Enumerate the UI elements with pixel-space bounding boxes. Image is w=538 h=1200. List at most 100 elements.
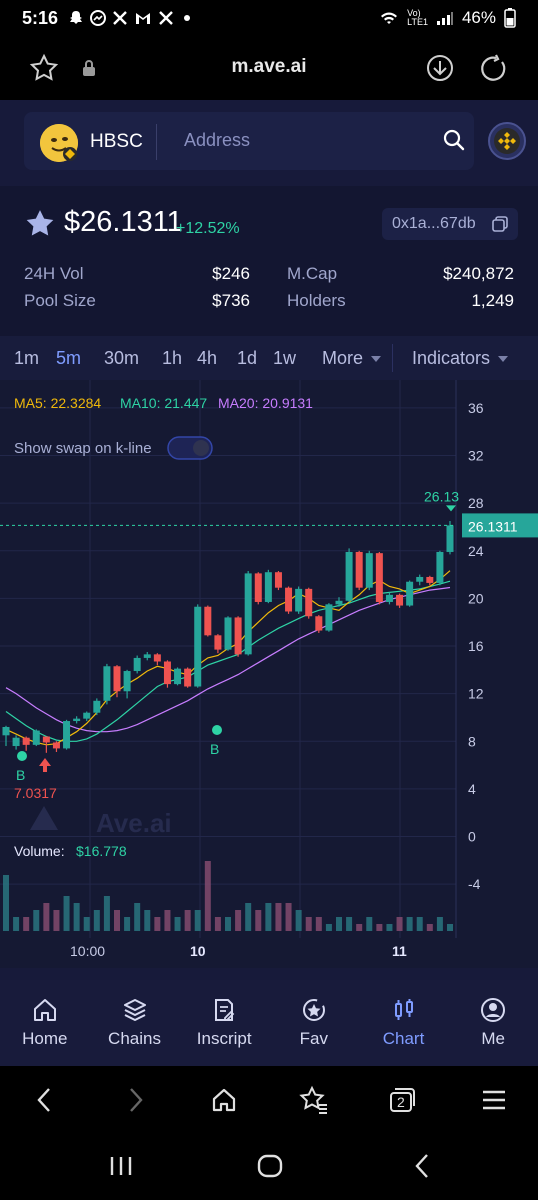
pool-size-label: Pool Size	[24, 291, 96, 310]
chart-svg[interactable]: Ave.ai 26.1311 26.13 36 32 28 24 20 16 12 8 4 0 -4 10:…	[0, 380, 538, 968]
candle	[113, 666, 121, 692]
volume-bar	[396, 917, 403, 931]
candle	[315, 616, 323, 631]
nav-fav-label: Fav	[299, 1029, 329, 1048]
candle	[93, 700, 101, 713]
tf-30m[interactable]: 30m	[104, 348, 139, 369]
indicators-dropdown[interactable]: Indicators	[412, 348, 508, 369]
bookmarks-icon[interactable]	[298, 1084, 330, 1116]
reload-icon[interactable]	[478, 52, 510, 84]
toggle-knob	[193, 440, 209, 456]
ma20-line	[5, 586, 451, 733]
home-icon	[33, 999, 56, 1021]
current-price-top: 26.13	[424, 488, 459, 504]
candle	[174, 668, 182, 685]
nav-chart[interactable]: Chart	[359, 980, 449, 1066]
price-change: +12.52%	[176, 220, 240, 237]
volume-bar	[154, 917, 161, 931]
tf-1d[interactable]: 1d	[237, 348, 257, 369]
low-arrow-icon	[39, 758, 51, 772]
chart-icon	[394, 999, 413, 1020]
ma20-legend: MA20: 20.9131	[218, 395, 313, 411]
candle	[2, 726, 10, 736]
candle	[254, 573, 262, 602]
candle	[264, 572, 272, 602]
volume-bar	[63, 896, 70, 931]
candle	[63, 721, 71, 749]
volume-bar	[53, 910, 60, 931]
tf-1w[interactable]: 1w	[273, 348, 296, 369]
nav-chains[interactable]: Chains	[90, 980, 180, 1066]
browser-home-icon[interactable]	[208, 1084, 240, 1116]
volume-bar	[376, 924, 383, 931]
ma5-legend: MA5: 22.3284	[14, 395, 101, 411]
volume-bar	[346, 917, 353, 931]
recents-icon[interactable]	[108, 1154, 134, 1183]
signal-icon	[436, 12, 453, 25]
vol-label: 24H Vol	[24, 264, 84, 283]
nav-home[interactable]: Home	[0, 980, 90, 1066]
status-right: Vo) LTE1 46%	[379, 8, 516, 28]
tabs-icon[interactable]: 2	[386, 1084, 418, 1116]
volume-bar	[83, 917, 90, 931]
url-text[interactable]: m.ave.ai	[0, 56, 538, 78]
wifi-icon	[381, 12, 398, 24]
candle	[355, 551, 363, 588]
candle	[234, 617, 242, 655]
candle	[244, 573, 252, 655]
volume-bar	[255, 910, 262, 931]
nav-inscript-label: Inscript	[196, 1029, 252, 1048]
volume-bar	[245, 903, 252, 931]
candle	[345, 551, 353, 601]
chain-select-button[interactable]	[488, 122, 526, 160]
nav-fav[interactable]: Fav	[269, 980, 359, 1066]
volume-bar	[386, 924, 393, 931]
search-icon[interactable]	[442, 128, 466, 157]
volume-bar	[416, 917, 423, 931]
browser-toolbar: m.ave.ai	[0, 36, 538, 100]
candle	[204, 606, 212, 636]
tf-4h[interactable]: 4h	[197, 348, 217, 369]
gmail-icon	[136, 13, 151, 24]
app-content: HBSC $26.1311 +12.52% 0x1a...67db 24H Vo…	[0, 100, 538, 980]
nav-inscript[interactable]: Inscript	[179, 980, 269, 1066]
buy-marker-label: B	[210, 741, 219, 757]
candle	[285, 587, 293, 612]
nav-me[interactable]: Me	[448, 980, 538, 1066]
download-icon[interactable]	[424, 52, 456, 84]
volume-bar	[93, 910, 100, 931]
token-info-panel: $26.1311 +12.52% 0x1a...67db 24H Vol $24…	[0, 186, 538, 417]
y-tick-label: 28	[468, 495, 484, 511]
holders-label: Holders	[287, 291, 346, 310]
x-icon-2	[159, 11, 173, 25]
tf-1h[interactable]: 1h	[162, 348, 182, 369]
address-search-input[interactable]	[184, 130, 404, 151]
token-search-box[interactable]: HBSC	[24, 112, 474, 170]
copy-icon[interactable]	[492, 216, 508, 237]
volume-label: Volume:	[14, 843, 65, 859]
tf-1m[interactable]: 1m	[14, 348, 39, 369]
android-back-icon[interactable]	[410, 1152, 434, 1185]
volume-value: $16.778	[76, 843, 127, 859]
volume-bar	[164, 910, 171, 931]
menu-icon[interactable]	[478, 1084, 510, 1116]
battery-icon	[504, 8, 516, 28]
candle	[143, 654, 151, 658]
forward-icon[interactable]	[120, 1084, 152, 1116]
candle	[305, 588, 313, 617]
ma10-legend: MA10: 21.447	[120, 395, 207, 411]
candle	[426, 576, 434, 583]
volume-bar	[13, 917, 20, 931]
price-chart[interactable]: Ave.ai 26.1311 26.13 36 32 28 24 20 16 12 8 4 0 -4 10:…	[0, 380, 538, 968]
y-tick-label: 24	[468, 543, 484, 559]
nav-me-label: Me	[481, 1029, 505, 1048]
more-timeframes-dropdown[interactable]: More	[322, 348, 381, 369]
favorite-star-icon[interactable]	[24, 208, 56, 245]
contract-address-chip[interactable]: 0x1a...67db	[382, 208, 518, 240]
more-notifications-dot	[184, 15, 191, 21]
android-home-icon[interactable]	[256, 1152, 284, 1185]
x-tick-label: 11	[392, 943, 407, 959]
tf-5m[interactable]: 5m	[56, 348, 81, 369]
back-icon[interactable]	[28, 1084, 60, 1116]
volume-bar	[406, 917, 413, 931]
